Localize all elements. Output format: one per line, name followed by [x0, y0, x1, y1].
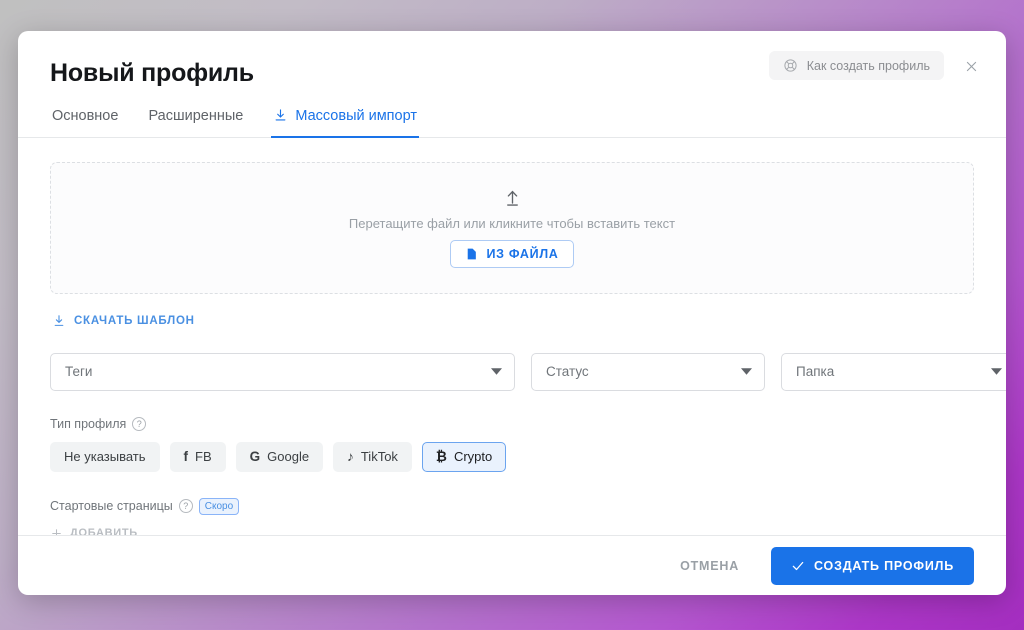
status-badge: Скоро: [199, 498, 239, 515]
profile-type-label: Тип профиля: [50, 417, 126, 431]
help-button-label: Как создать профиль: [807, 59, 930, 73]
create-profile-label: СОЗДАТЬ ПРОФИЛЬ: [814, 559, 954, 573]
plus-icon: [50, 527, 63, 535]
check-icon: [791, 559, 805, 573]
bitcoin-icon: ₿: [436, 449, 447, 464]
cancel-button[interactable]: ОТМЕНА: [674, 551, 745, 581]
facebook-icon: f: [184, 449, 189, 464]
tags-select-value: Теги: [65, 364, 491, 379]
profile-type-chip-none[interactable]: Не указывать: [50, 442, 160, 472]
dialog-footer: ОТМЕНА СОЗДАТЬ ПРОФИЛЬ: [18, 535, 1006, 595]
document-icon: [465, 247, 478, 261]
tab-massovyi-import[interactable]: Массовый импорт: [271, 104, 419, 138]
tab-osnovnoe[interactable]: Основное: [50, 104, 120, 138]
question-icon[interactable]: ?: [132, 417, 146, 431]
chip-label: Crypto: [454, 449, 492, 464]
tags-select[interactable]: Теги: [50, 353, 515, 391]
profile-type-chip-google[interactable]: G Google: [236, 442, 323, 472]
dialog-header: Новый профиль Как создать профиль Основн…: [18, 31, 1006, 138]
question-icon[interactable]: ?: [179, 499, 193, 513]
lifebuoy-icon: [783, 58, 798, 73]
chip-label: FB: [195, 449, 212, 464]
start-pages-label: Стартовые страницы: [50, 499, 173, 513]
profile-type-options: Не указывать f FB G Google ♪ TikTok ₿ Cr…: [50, 442, 974, 472]
from-file-label: ИЗ ФАЙЛА: [486, 247, 558, 261]
close-icon: [964, 59, 979, 74]
dropzone-hint: Перетащите файл или кликните чтобы встав…: [349, 216, 675, 231]
how-to-create-profile-button[interactable]: Как создать профиль: [769, 51, 944, 80]
download-template-label: СКАЧАТЬ ШАБЛОН: [74, 315, 195, 327]
profile-type-chip-fb[interactable]: f FB: [170, 442, 226, 472]
dialog-tabs: Основное Расширенные Массовый импорт: [50, 104, 974, 137]
folder-select[interactable]: Папка: [781, 353, 1006, 391]
chevron-down-icon: [741, 368, 752, 375]
new-profile-dialog: Новый профиль Как создать профиль Основн…: [18, 31, 1006, 595]
status-select-value: Статус: [546, 364, 741, 379]
tab-label: Массовый импорт: [295, 108, 417, 124]
chevron-down-icon: [991, 368, 1002, 375]
tiktok-icon: ♪: [347, 449, 354, 464]
tab-rasshirennye[interactable]: Расширенные: [146, 104, 245, 138]
add-label: ДОБАВИТЬ: [70, 527, 138, 535]
download-icon: [273, 108, 288, 123]
profile-type-chip-tiktok[interactable]: ♪ TikTok: [333, 442, 412, 472]
chip-label: Не указывать: [64, 449, 146, 464]
from-file-button[interactable]: ИЗ ФАЙЛА: [450, 240, 573, 268]
close-button[interactable]: [958, 53, 984, 79]
chip-label: Google: [267, 449, 309, 464]
tab-label: Основное: [52, 108, 118, 124]
cancel-label: ОТМЕНА: [680, 559, 739, 573]
folder-select-value: Папка: [796, 364, 991, 379]
filters-row: Теги Статус Папка: [50, 353, 974, 391]
dialog-body: Перетащите файл или кликните чтобы встав…: [18, 138, 1006, 535]
status-select[interactable]: Статус: [531, 353, 765, 391]
profile-type-label-row: Тип профиля ?: [50, 417, 974, 431]
start-pages-label-row: Стартовые страницы ? Скоро: [50, 498, 974, 515]
chevron-down-icon: [491, 368, 502, 375]
tab-label: Расширенные: [148, 108, 243, 124]
file-dropzone[interactable]: Перетащите файл или кликните чтобы встав…: [50, 162, 974, 294]
download-template-link[interactable]: СКАЧАТЬ ШАБЛОН: [50, 310, 201, 332]
google-icon: G: [250, 449, 261, 464]
profile-type-chip-crypto[interactable]: ₿ Crypto: [422, 442, 506, 472]
upload-icon: [503, 188, 522, 207]
chip-label: TikTok: [361, 449, 398, 464]
download-icon: [52, 314, 66, 328]
create-profile-button[interactable]: СОЗДАТЬ ПРОФИЛЬ: [771, 547, 974, 585]
add-start-page-button[interactable]: ДОБАВИТЬ: [50, 527, 138, 535]
